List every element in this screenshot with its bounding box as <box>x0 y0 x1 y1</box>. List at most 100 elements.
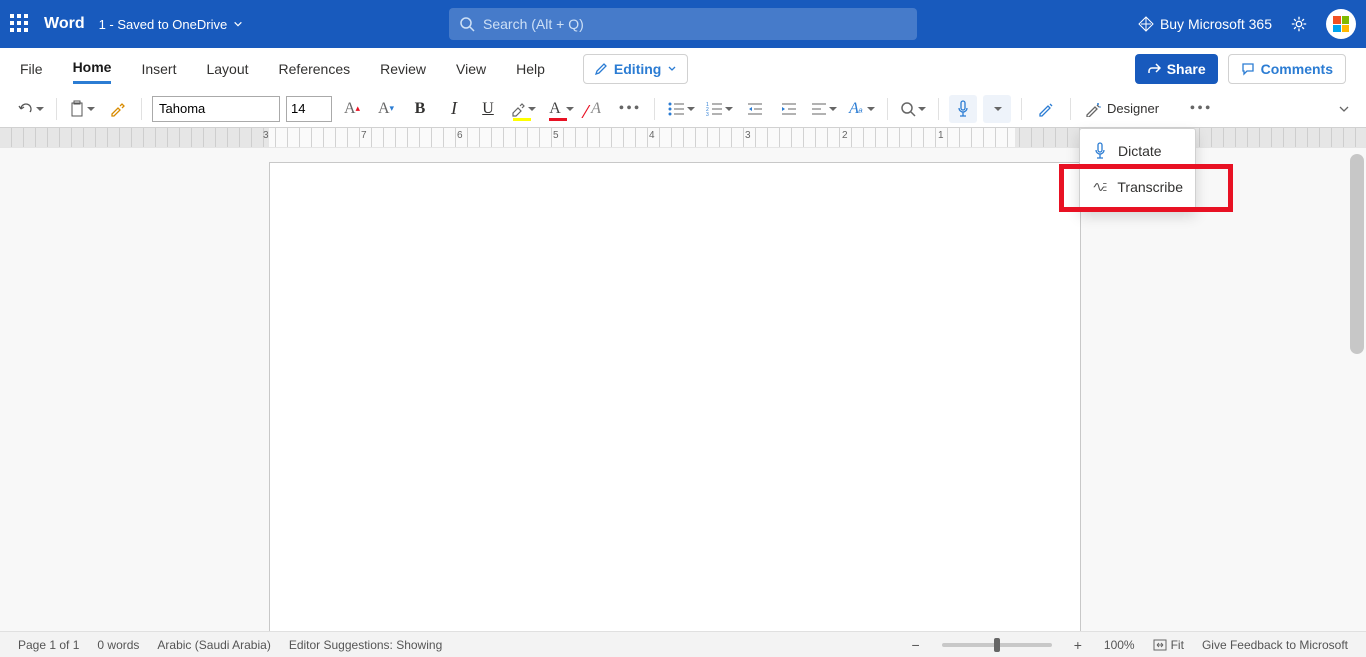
account-avatar[interactable] <box>1326 9 1356 39</box>
ribbon-tabs: File Home Insert Layout References Revie… <box>0 48 1366 90</box>
ellipsis-icon: ••• <box>621 100 639 118</box>
buy-microsoft-365-button[interactable]: Buy Microsoft 365 <box>1138 16 1272 32</box>
status-page[interactable]: Page 1 of 1 <box>18 638 79 652</box>
ruler-number: 3 <box>263 130 269 141</box>
app-name: Word <box>44 15 85 33</box>
status-language[interactable]: Arabic (Saudi Arabia) <box>157 638 270 652</box>
ruler-number: 4 <box>649 130 655 141</box>
zoom-in-button[interactable]: + <box>1070 637 1086 653</box>
bold-button[interactable]: B <box>406 95 434 123</box>
italic-button[interactable]: I <box>440 95 468 123</box>
designer-icon <box>1085 101 1101 117</box>
tab-home[interactable]: Home <box>73 53 112 84</box>
align-button[interactable] <box>809 95 839 123</box>
mic-icon <box>956 100 970 118</box>
tab-view[interactable]: View <box>456 55 486 83</box>
status-word-count[interactable]: 0 words <box>97 638 139 652</box>
editor-icon <box>1037 100 1055 118</box>
increase-font-size-button[interactable]: A▴ <box>338 95 366 123</box>
document-page[interactable] <box>269 162 1081 631</box>
vertical-scrollbar-track[interactable] <box>1348 148 1366 631</box>
editing-mode-button[interactable]: Editing <box>583 54 688 84</box>
svg-text:3: 3 <box>706 112 709 117</box>
ellipsis-icon: ••• <box>1192 100 1210 118</box>
zoom-slider[interactable] <box>942 643 1052 647</box>
tab-review[interactable]: Review <box>380 55 426 83</box>
status-bar: Page 1 of 1 0 words Arabic (Saudi Arabia… <box>0 631 1366 657</box>
styles-button[interactable]: Aₐ <box>845 95 877 123</box>
comment-icon <box>1241 62 1255 76</box>
font-color-icon: A <box>546 100 564 118</box>
settings-icon[interactable] <box>1290 15 1308 33</box>
align-icon <box>811 102 827 116</box>
tab-help[interactable]: Help <box>516 55 545 83</box>
dictate-dropdown-button[interactable] <box>983 95 1011 123</box>
find-button[interactable] <box>898 95 928 123</box>
pen-icon <box>594 62 608 76</box>
dictate-menu-item[interactable]: Dictate <box>1080 133 1195 169</box>
app-launcher-icon[interactable] <box>10 14 30 34</box>
vertical-scrollbar-thumb[interactable] <box>1350 154 1364 354</box>
bullets-button[interactable] <box>665 95 697 123</box>
zoom-out-button[interactable]: − <box>908 637 924 653</box>
decrease-font-size-button[interactable]: A▾ <box>372 95 400 123</box>
clear-formatting-button[interactable]: A⁄ <box>582 95 610 123</box>
underline-icon: U <box>479 100 497 118</box>
dictate-dropdown-menu: Dictate Transcribe <box>1079 128 1196 210</box>
more-commands-button[interactable]: ••• <box>1187 95 1215 123</box>
ruler-number: 5 <box>553 130 559 141</box>
zoom-slider-thumb[interactable] <box>994 638 1000 652</box>
editor-button[interactable] <box>1032 95 1060 123</box>
tab-references[interactable]: References <box>279 55 351 83</box>
underline-button[interactable]: U <box>474 95 502 123</box>
numbering-button[interactable]: 123 <box>703 95 735 123</box>
search-placeholder: Search (Alt + Q) <box>483 16 584 32</box>
share-button[interactable]: Share <box>1135 54 1218 84</box>
decrease-indent-button[interactable] <box>741 95 769 123</box>
tab-layout[interactable]: Layout <box>206 55 248 83</box>
ruler-number: 2 <box>842 130 848 141</box>
diamond-icon <box>1138 16 1154 32</box>
status-editor-suggestions[interactable]: Editor Suggestions: Showing <box>289 638 442 652</box>
more-font-options-button[interactable]: ••• <box>616 95 644 123</box>
collapse-ribbon-button[interactable] <box>1338 103 1352 115</box>
document-title-dropdown[interactable]: 1 - Saved to OneDrive <box>99 17 244 32</box>
find-icon <box>900 101 916 117</box>
undo-icon <box>16 100 34 118</box>
tab-insert[interactable]: Insert <box>141 55 176 83</box>
fit-to-width-button[interactable]: Fit <box>1153 638 1184 652</box>
title-bar: Word 1 - Saved to OneDrive Search (Alt +… <box>0 0 1366 48</box>
search-input[interactable]: Search (Alt + Q) <box>449 8 917 40</box>
italic-icon: I <box>445 100 463 118</box>
designer-button[interactable]: Designer <box>1081 101 1163 117</box>
decrease-font-icon: A▾ <box>377 100 395 118</box>
chevron-down-icon <box>667 64 677 74</box>
paste-button[interactable] <box>67 95 97 123</box>
indent-icon <box>780 101 798 117</box>
dictate-button[interactable] <box>949 95 977 123</box>
numbering-icon: 123 <box>705 101 723 117</box>
ribbon-toolbar: A▴ A▾ B I U A A⁄ ••• 123 Aₐ <box>0 90 1366 128</box>
format-painter-button[interactable] <box>103 95 131 123</box>
font-size-select[interactable] <box>286 96 332 122</box>
ruler-number: 3 <box>745 130 751 141</box>
share-icon <box>1147 62 1161 76</box>
bullets-icon <box>667 101 685 117</box>
zoom-percent[interactable]: 100% <box>1104 638 1135 652</box>
document-canvas <box>0 148 1366 631</box>
increase-indent-button[interactable] <box>775 95 803 123</box>
chevron-down-icon <box>233 19 243 29</box>
highlight-button[interactable] <box>508 95 538 123</box>
transcribe-menu-item[interactable]: Transcribe <box>1080 169 1195 205</box>
increase-font-icon: A▴ <box>343 100 361 118</box>
mic-icon <box>1092 142 1108 160</box>
transcribe-icon <box>1092 179 1107 195</box>
font-color-button[interactable]: A <box>544 95 576 123</box>
feedback-link[interactable]: Give Feedback to Microsoft <box>1202 638 1348 652</box>
tab-file[interactable]: File <box>20 55 43 83</box>
undo-button[interactable] <box>14 95 46 123</box>
microsoft-logo-icon <box>1333 16 1349 32</box>
font-name-select[interactable] <box>152 96 280 122</box>
ruler-number: 6 <box>457 130 463 141</box>
comments-button[interactable]: Comments <box>1228 54 1346 84</box>
